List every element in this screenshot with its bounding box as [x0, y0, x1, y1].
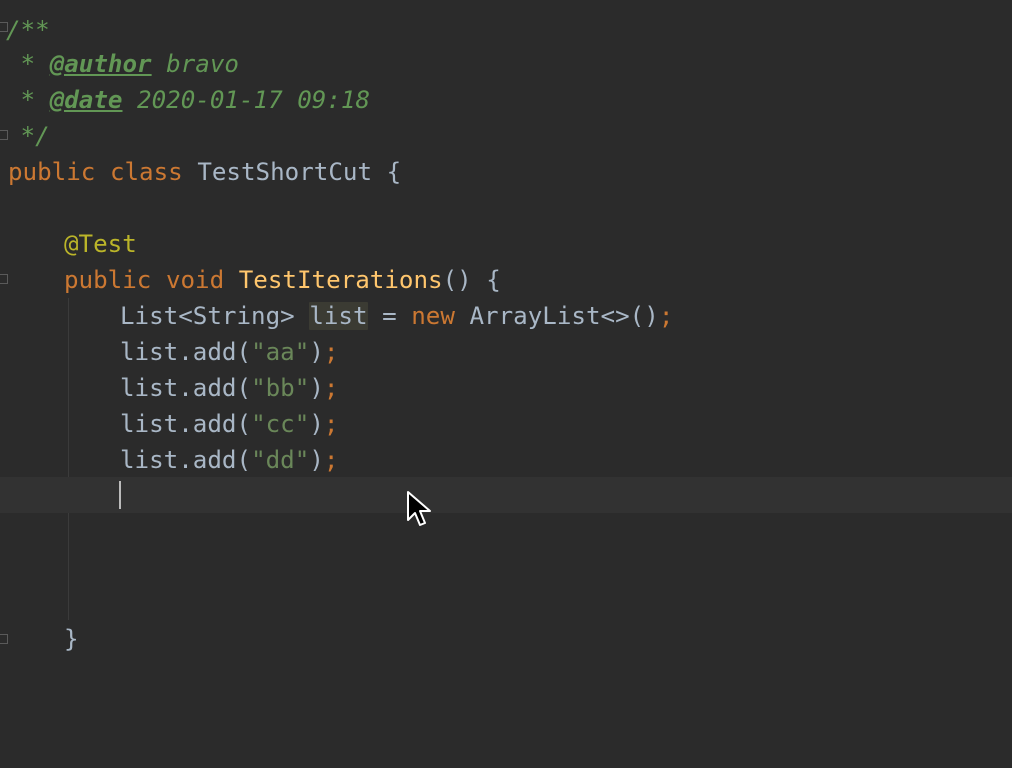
decl-equals: = [367, 302, 412, 330]
code-editor[interactable]: /** * @author bravo * @date 2020-01-17 0… [0, 0, 1012, 768]
doc-comment-open: /** [6, 16, 50, 44]
decl-variable: list [309, 302, 368, 330]
add-call-prefix: list.add( [120, 446, 252, 474]
text-caret [119, 481, 121, 509]
add-call-prefix: list.add( [120, 374, 252, 402]
code-line[interactable]: list.add("aa"); [0, 334, 1012, 370]
semicolon: ; [323, 374, 339, 402]
doc-comment-star: * [6, 86, 50, 114]
code-line[interactable]: list.add("bb"); [0, 370, 1012, 406]
semicolon: ; [323, 446, 339, 474]
keyword-public: public [64, 266, 152, 294]
keyword-class: class [109, 158, 183, 186]
string-literal: "dd" [251, 446, 310, 474]
test-annotation: @Test [64, 230, 137, 258]
doc-date-value: 2020-01-17 09:18 [122, 86, 371, 114]
method-params: () { [442, 266, 501, 294]
doc-author-value: bravo [151, 50, 239, 78]
semicolon: ; [658, 302, 674, 330]
decl-constructor: ArrayList<>() [454, 302, 659, 330]
method-close-brace: } [64, 625, 79, 653]
string-literal: "cc" [251, 410, 310, 438]
keyword-void: void [165, 266, 225, 294]
string-literal: "aa" [251, 338, 310, 366]
decl-type: List<String> [120, 302, 310, 330]
code-line[interactable]: * @date 2020-01-17 09:18 [0, 82, 1012, 118]
current-line-highlight[interactable] [0, 477, 1012, 513]
add-call-suffix: ) [309, 446, 324, 474]
add-call-suffix: ) [309, 338, 324, 366]
doc-author-tag: @author [49, 50, 152, 78]
code-line[interactable]: */ [0, 118, 1012, 154]
semicolon: ; [323, 410, 339, 438]
add-call-suffix: ) [309, 374, 324, 402]
doc-comment-star: * [6, 50, 50, 78]
add-call-prefix: list.add( [120, 410, 252, 438]
code-line[interactable]: public class TestShortCut { [0, 154, 1012, 190]
class-name: TestShortCut [197, 158, 373, 186]
code-line[interactable]: list.add("dd"); [0, 442, 1012, 478]
keyword-new: new [411, 302, 455, 330]
code-line[interactable]: } [0, 621, 1012, 657]
class-open-brace: { [386, 158, 402, 186]
add-call-suffix: ) [309, 410, 324, 438]
code-line[interactable]: List<String> list = new ArrayList<>(); [0, 298, 1012, 334]
code-line[interactable]: * @author bravo [0, 46, 1012, 82]
method-name: TestIterations [238, 266, 443, 294]
code-line[interactable]: @Test [0, 226, 1012, 262]
doc-comment-close: */ [6, 122, 50, 150]
keyword-public: public [8, 158, 96, 186]
doc-date-tag: @date [49, 86, 123, 114]
string-literal: "bb" [251, 374, 310, 402]
add-call-prefix: list.add( [120, 338, 252, 366]
mouse-pointer-icon [407, 491, 431, 526]
semicolon: ; [323, 338, 339, 366]
code-line[interactable]: /** [0, 12, 1012, 48]
code-line[interactable]: public void TestIterations() { [0, 262, 1012, 298]
code-line[interactable]: list.add("cc"); [0, 406, 1012, 442]
